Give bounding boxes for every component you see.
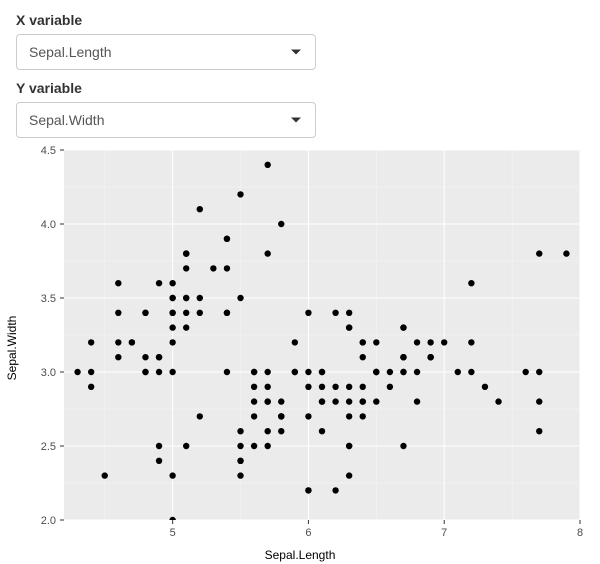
y-axis-label: Sepal.Width — [5, 316, 19, 381]
x-variable-value: Sepal.Length — [29, 44, 112, 60]
y-variable-value: Sepal.Width — [29, 112, 104, 128]
svg-text:4.5: 4.5 — [41, 145, 56, 157]
svg-text:7: 7 — [441, 527, 447, 539]
svg-text:5: 5 — [170, 527, 176, 539]
svg-text:3.5: 3.5 — [41, 293, 56, 305]
scatter-chart: Sepal.Width Sepal.Length 56782.02.53.03.… — [16, 148, 584, 548]
svg-text:2.0: 2.0 — [41, 515, 56, 527]
chevron-down-icon — [291, 118, 301, 123]
svg-text:8: 8 — [577, 527, 583, 539]
svg-text:3.0: 3.0 — [41, 367, 56, 379]
x-variable-label: X variable — [16, 12, 584, 28]
y-variable-select[interactable]: Sepal.Width — [16, 102, 316, 138]
y-variable-label: Y variable — [16, 80, 584, 96]
plot-panel — [64, 150, 580, 520]
svg-text:4.0: 4.0 — [41, 219, 56, 231]
svg-text:6: 6 — [305, 527, 311, 539]
x-variable-select[interactable]: Sepal.Length — [16, 34, 316, 70]
chevron-down-icon — [291, 50, 301, 55]
svg-text:2.5: 2.5 — [41, 441, 56, 453]
x-axis-label: Sepal.Length — [265, 548, 336, 562]
